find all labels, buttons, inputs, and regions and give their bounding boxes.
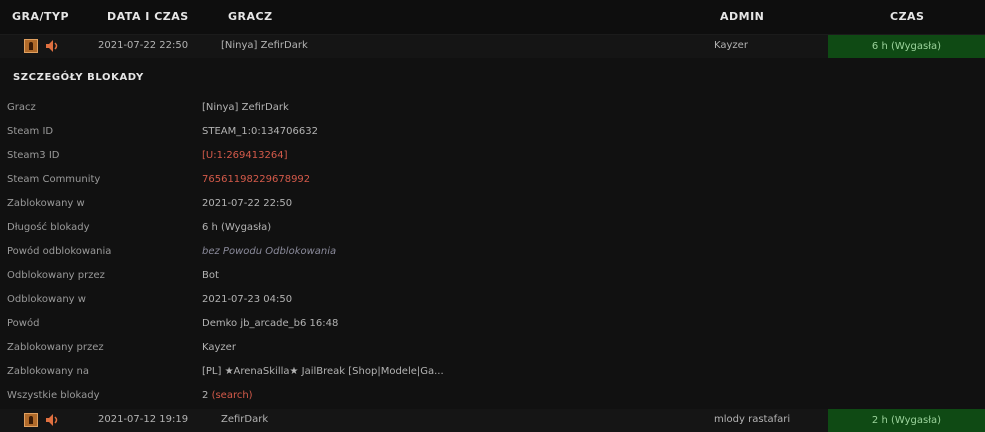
detail-row-community: Steam Community 76561198229678992 — [0, 168, 985, 192]
speaker-muted-icon — [46, 40, 58, 52]
table-header: GRA/TYP DATA I CZAS GRACZ ADMIN CZAS — [0, 0, 985, 35]
detail-row-unban-reason: Powód odblokowania bez Powodu Odblokowan… — [0, 240, 985, 264]
detail-value: [Ninya] ZefirDark — [202, 102, 289, 113]
detail-row-length: Długość blokady 6 h (Wygasła) — [0, 216, 985, 240]
detail-label: Zablokowany przez — [7, 342, 104, 353]
detail-row-steam3: Steam3 ID [U:1:269413264] — [0, 144, 985, 168]
detail-value: 2 (search) — [202, 390, 253, 401]
steam-community-link[interactable]: 76561198229678992 — [202, 174, 310, 185]
detail-label: Zablokowany na — [7, 366, 89, 377]
column-date[interactable]: DATA I CZAS — [107, 10, 189, 23]
details-title: SZCZEGÓŁY BLOKADY — [13, 72, 144, 83]
detail-value: Bot — [202, 270, 219, 281]
counter-strike-icon — [24, 413, 38, 427]
detail-label: Zablokowany w — [7, 198, 85, 209]
ban-time-status: 2 h (Wygasła) — [828, 409, 985, 432]
search-link[interactable]: (search) — [212, 390, 253, 401]
detail-row-unbanned-by: Odblokowany przez Bot — [0, 264, 985, 288]
detail-label: Gracz — [7, 102, 36, 113]
detail-label: Powód odblokowania — [7, 246, 112, 257]
ban-details-panel: Gracz [Ninya] ZefirDark Steam ID STEAM_1… — [0, 96, 985, 408]
column-player[interactable]: GRACZ — [228, 10, 273, 23]
detail-row-banned-on: Zablokowany w 2021-07-22 22:50 — [0, 192, 985, 216]
column-admin[interactable]: ADMIN — [720, 10, 764, 23]
ban-time-status: 6 h (Wygasła) — [828, 35, 985, 58]
ban-date: 2021-07-12 19:19 — [98, 414, 189, 425]
detail-label: Steam3 ID — [7, 150, 60, 161]
ban-player: [Ninya] ZefirDark — [221, 40, 308, 51]
detail-value: 6 h (Wygasła) — [202, 222, 272, 233]
detail-label: Powód — [7, 318, 40, 329]
ban-date: 2021-07-22 22:50 — [98, 40, 189, 51]
detail-row-steamid: Steam ID STEAM_1:0:134706632 — [0, 120, 985, 144]
detail-value: STEAM_1:0:134706632 — [202, 126, 318, 137]
column-time[interactable]: CZAS — [890, 10, 924, 23]
detail-row-banned-by: Zablokowany przez Kayzer — [0, 336, 985, 360]
ban-player: ZefirDark — [221, 414, 269, 425]
detail-value: Kayzer — [202, 342, 236, 353]
detail-row-server: Zablokowany na [PL] ★ArenaSkilla★ JailBr… — [0, 360, 985, 384]
detail-row-player: Gracz [Ninya] ZefirDark — [0, 96, 985, 120]
detail-label: Długość blokady — [7, 222, 90, 233]
detail-row-unbanned-on: Odblokowany w 2021-07-23 04:50 — [0, 288, 985, 312]
detail-label: Steam ID — [7, 126, 54, 137]
detail-label: Wszystkie blokady — [7, 390, 100, 401]
detail-label: Odblokowany przez — [7, 270, 105, 281]
steam3-link[interactable]: [U:1:269413264] — [202, 150, 287, 161]
detail-value: Demko jb_arcade_b6 16:48 — [202, 318, 339, 329]
counter-strike-icon — [24, 39, 38, 53]
ban-admin: mlody rastafari — [714, 414, 791, 425]
detail-row-all-bans: Wszystkie blokady 2 (search) — [0, 384, 985, 408]
detail-row-reason: Powód Demko jb_arcade_b6 16:48 — [0, 312, 985, 336]
detail-value: 2021-07-23 04:50 — [202, 294, 293, 305]
detail-label: Steam Community — [7, 174, 101, 185]
detail-value: [PL] ★ArenaSkilla★ JailBreak [Shop|Model… — [202, 366, 444, 377]
column-game-type[interactable]: GRA/TYP — [12, 10, 69, 23]
detail-value: bez Powodu Odblokowania — [202, 246, 337, 257]
all-bans-count: 2 — [202, 390, 209, 401]
detail-label: Odblokowany w — [7, 294, 86, 305]
detail-value: 2021-07-22 22:50 — [202, 198, 293, 209]
table-row[interactable]: 2021-07-12 19:19 ZefirDark mlody rastafa… — [0, 409, 985, 432]
table-row[interactable]: 2021-07-22 22:50 [Ninya] ZefirDark Kayze… — [0, 35, 985, 58]
speaker-muted-icon — [46, 414, 58, 426]
ban-admin: Kayzer — [714, 40, 748, 51]
